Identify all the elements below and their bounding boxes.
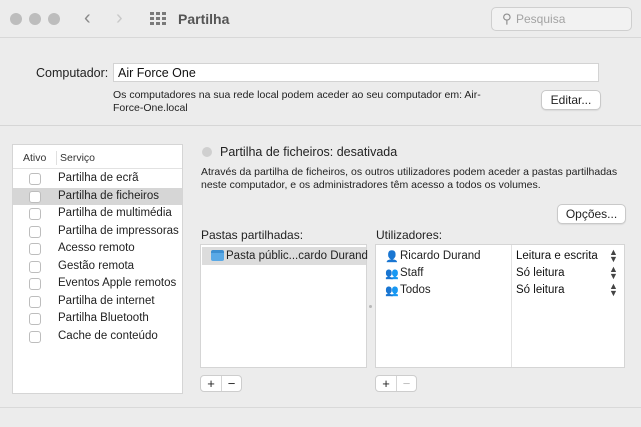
users-add-remove: + − — [375, 375, 417, 392]
folder-icon — [211, 250, 224, 261]
shared-folders-label: Pastas partilhadas: — [201, 228, 304, 242]
service-row-content-caching[interactable]: Cache de conteúdo — [13, 328, 182, 346]
permission-popup[interactable]: Só leitura — [516, 284, 565, 296]
user-name: Todos — [400, 284, 431, 296]
computer-name-field[interactable]: Air Force One — [113, 63, 599, 82]
service-label: Partilha de multimédia — [58, 207, 172, 219]
column-header-service[interactable]: Serviço — [56, 151, 95, 165]
service-label: Acesso remoto — [58, 242, 135, 254]
service-row-printer-sharing[interactable]: Partilha de impressoras — [13, 223, 182, 241]
service-checkbox[interactable] — [29, 173, 41, 185]
group-icon: 👥 — [385, 268, 399, 280]
search-field[interactable]: ⚲ — [491, 7, 632, 31]
remove-folder-button[interactable]: − — [221, 376, 241, 391]
search-icon: ⚲ — [502, 11, 512, 26]
computer-name-section: Computador: Air Force One Os computadore… — [0, 39, 641, 126]
services-list-header: Ativo Serviço — [13, 145, 182, 169]
single-user-icon: 👤 — [385, 251, 399, 263]
add-folder-button[interactable]: + — [201, 376, 221, 391]
sharing-description: Através da partilha de ficheiros, os out… — [201, 166, 618, 191]
service-row-file-sharing[interactable]: Partilha de ficheiros — [13, 187, 182, 205]
window-title: Partilha — [178, 11, 230, 27]
shared-folders-list: Pasta públic...cardo Durand — [200, 244, 368, 368]
computer-name-label: Computador: — [36, 66, 109, 80]
user-row[interactable]: 👥 Todos Só leitura ▲ ▼ — [376, 282, 624, 299]
service-label: Partilha de internet — [58, 294, 155, 307]
title-bar: ‹ › Partilha ⚲ — [0, 0, 641, 38]
split-handle[interactable] — [369, 305, 372, 308]
zoom-window-button[interactable] — [48, 13, 60, 25]
service-checkbox[interactable] — [29, 208, 41, 220]
popup-chevrons-icon[interactable]: ▲ ▼ — [609, 248, 618, 264]
service-checkbox[interactable] — [29, 225, 41, 238]
user-row[interactable]: 👥 Staff Só leitura ▲ ▼ — [376, 265, 624, 282]
service-row-media-sharing[interactable]: Partilha de multimédia — [13, 205, 182, 223]
permission-popup[interactable]: Só leitura — [516, 267, 565, 279]
popup-chevrons-icon[interactable]: ▲ ▼ — [609, 265, 618, 281]
service-label: Eventos Apple remotos — [58, 277, 177, 289]
add-user-button[interactable]: + — [376, 376, 396, 391]
sharing-status: Partilha de ficheiros: desativada — [220, 145, 398, 159]
group-icon: 👥 — [385, 285, 399, 297]
column-header-on[interactable]: Ativo — [23, 152, 46, 164]
user-row[interactable]: 👤 Ricardo Durand Leitura e escrita ▲ ▼ — [376, 248, 624, 265]
shared-folder-label: Pasta públic...cardo Durand — [226, 250, 368, 262]
remove-user-button[interactable]: − — [396, 376, 416, 391]
service-row-remote-apple-events[interactable]: Eventos Apple remotos — [13, 275, 182, 293]
service-label: Partilha de impressoras — [58, 224, 179, 237]
status-indicator-icon — [202, 147, 212, 157]
service-label: Partilha Bluetooth — [58, 312, 149, 324]
services-list: Ativo Serviço Partilha de ecrã Partilha … — [12, 144, 183, 394]
service-label: Partilha de ficheiros — [58, 189, 159, 202]
service-row-screen-sharing[interactable]: Partilha de ecrã — [13, 170, 182, 188]
user-name: Staff — [400, 267, 424, 279]
shared-folder-row[interactable]: Pasta públic...cardo Durand — [202, 247, 368, 265]
popup-chevrons-icon[interactable]: ▲ ▼ — [609, 282, 618, 298]
search-input[interactable] — [516, 11, 626, 27]
users-label: Utilizadores: — [376, 228, 443, 242]
service-checkbox[interactable] — [29, 243, 41, 255]
grid-icon[interactable] — [150, 12, 166, 26]
service-checkbox[interactable] — [29, 295, 41, 308]
computer-address-note: Os computadores na sua rede local podem … — [113, 89, 481, 114]
user-name: Ricardo Durand — [400, 250, 481, 262]
service-row-internet-sharing[interactable]: Partilha de internet — [13, 293, 182, 311]
service-row-remote-login[interactable]: Acesso remoto — [13, 240, 182, 258]
minimize-window-button[interactable] — [29, 13, 41, 25]
service-label: Gestão remota — [58, 259, 135, 272]
close-window-button[interactable] — [10, 13, 22, 25]
back-arrow-icon[interactable]: ‹ — [84, 7, 91, 29]
service-label: Cache de conteúdo — [58, 329, 158, 342]
options-button[interactable]: Opções... — [557, 204, 626, 224]
service-label: Partilha de ecrã — [58, 172, 139, 184]
edit-button[interactable]: Editar... — [541, 90, 601, 110]
service-checkbox[interactable] — [29, 313, 41, 325]
permission-popup[interactable]: Leitura e escrita — [516, 250, 598, 262]
service-checkbox[interactable] — [29, 260, 41, 273]
users-list: 👤 Ricardo Durand Leitura e escrita ▲ ▼ 👥 … — [375, 244, 625, 368]
service-row-remote-management[interactable]: Gestão remota — [13, 258, 182, 276]
service-checkbox[interactable] — [29, 190, 41, 203]
bottom-divider — [0, 407, 641, 408]
service-row-bluetooth-sharing[interactable]: Partilha Bluetooth — [13, 310, 182, 328]
service-checkbox[interactable] — [29, 278, 41, 290]
forward-arrow-icon[interactable]: › — [116, 7, 123, 29]
folders-add-remove: + − — [200, 375, 242, 392]
service-checkbox[interactable] — [29, 330, 41, 343]
